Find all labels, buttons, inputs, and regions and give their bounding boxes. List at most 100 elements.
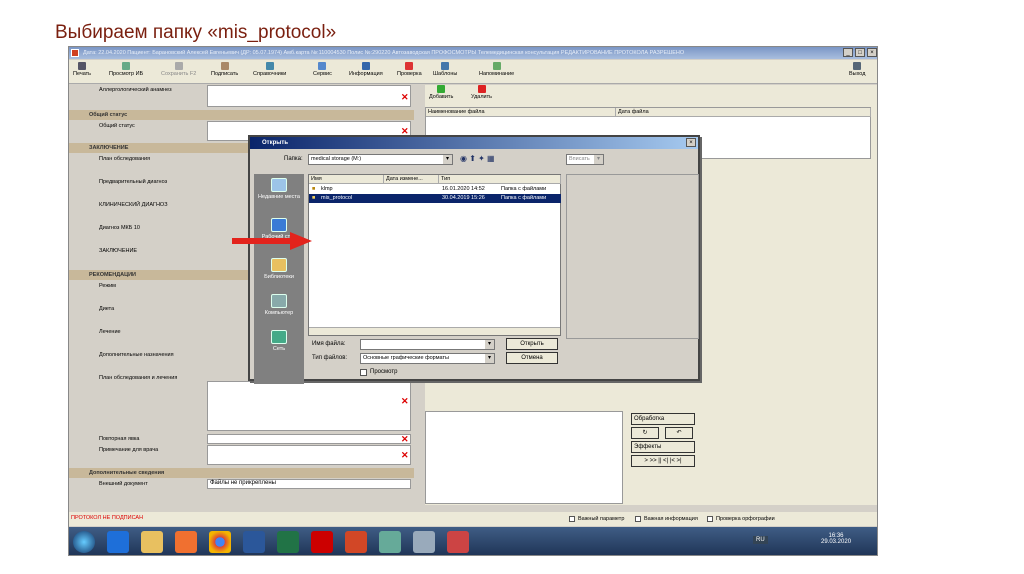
delete-button[interactable]: Удалить — [471, 85, 492, 105]
nav-icons[interactable]: ◉ ⬆ ✦ ▦ — [460, 154, 508, 164]
folder-select[interactable]: medical storage (M:) — [308, 154, 453, 165]
clear-icon[interactable]: ✕ — [401, 435, 409, 444]
status-bar: ПРОТОКОЛ НЕ ПОДПИСАН Важный параметр Важ… — [69, 512, 877, 526]
reminder-button[interactable]: Напоминание — [479, 62, 514, 82]
computer-icon — [271, 294, 287, 308]
regime-label: Режим — [69, 281, 207, 303]
minimize-button[interactable]: _ — [843, 48, 853, 57]
exam-treatment-plan-field[interactable] — [207, 381, 411, 431]
sign-icon — [220, 62, 229, 70]
filetype-select[interactable]: Основные графические форматы — [360, 353, 495, 364]
delete-label: Удалить — [471, 94, 492, 100]
important-info-checkbox[interactable] — [635, 516, 641, 522]
doctor-note-field[interactable] — [207, 445, 411, 465]
sign-label: Подписать — [211, 71, 239, 77]
file-type: Папка с файлами — [501, 195, 547, 201]
references-button[interactable]: Справочники — [253, 62, 286, 82]
image-area — [425, 411, 623, 504]
place-libraries[interactable]: Библиотеки — [254, 258, 304, 280]
media-player-icon[interactable] — [175, 531, 197, 553]
add-button[interactable]: Добавить — [429, 85, 453, 105]
dialog-close-button[interactable]: × — [686, 138, 696, 147]
print-label: Печать — [73, 71, 92, 77]
undo-button[interactable]: ↶ — [665, 427, 693, 439]
clock-date: 29.03.2020 — [821, 539, 852, 545]
place-recent[interactable]: Недавние места — [254, 178, 304, 200]
maximize-button[interactable]: □ — [855, 48, 865, 57]
sign-button[interactable]: Подписать — [211, 62, 238, 82]
place-computer[interactable]: Компьютер — [254, 294, 304, 316]
exam-treatment-plan-label: План обследования и лечения — [69, 373, 207, 429]
ie-icon[interactable] — [107, 531, 129, 553]
external-doc-label: Внешний документ — [69, 479, 207, 489]
add-label: Добавить — [429, 94, 454, 100]
col-name[interactable]: Имя — [309, 175, 384, 184]
treatment-label: Лечение — [69, 327, 207, 349]
filename-input[interactable] — [360, 339, 495, 350]
app-icon[interactable] — [447, 531, 469, 553]
app-icon[interactable] — [379, 531, 401, 553]
red-arrow-pointer — [232, 232, 312, 250]
print-button[interactable]: Печать — [73, 62, 91, 82]
effects-button[interactable]: Эффекты — [631, 441, 695, 453]
dialog-title: Открыть — [262, 140, 289, 146]
service-button[interactable]: Сервис — [313, 62, 332, 82]
allergy-label: Аллергологический анамнез — [69, 85, 207, 109]
powerpoint-icon[interactable] — [345, 531, 367, 553]
repeat-visit-select[interactable] — [207, 434, 411, 444]
clinical-diagnosis-label: КЛИНИЧЕСКИЙ ДИАГНОЗ — [69, 200, 207, 222]
file-row-selected[interactable]: ■ mis_protocol 30.04.2019 15:26 Папка с … — [309, 194, 561, 203]
excel-icon[interactable] — [277, 531, 299, 553]
col-type[interactable]: Тип — [439, 175, 561, 184]
preview-button[interactable]: Просмотр ИБ — [109, 62, 143, 82]
start-button[interactable] — [73, 531, 95, 553]
conclusion-label: ЗАКЛЮЧЕНИЕ — [69, 246, 207, 268]
word-icon[interactable] — [243, 531, 265, 553]
app-icon — [71, 49, 79, 57]
chrome-icon[interactable] — [209, 531, 231, 553]
processing-button[interactable]: Обработка — [631, 413, 695, 425]
external-doc-field[interactable]: Файлы не прикреплены — [207, 479, 411, 489]
section-general: Общий статус — [69, 110, 414, 120]
place-label: Библиотеки — [264, 274, 294, 280]
language-indicator[interactable]: RU — [753, 536, 768, 544]
file-date: 30.04.2019 15:26 — [442, 195, 485, 201]
info-button[interactable]: Информация — [349, 62, 383, 82]
playback-controls[interactable]: > >> || <| |< >| — [631, 455, 695, 467]
cancel-button[interactable]: Отмена — [506, 352, 558, 364]
app-icon[interactable] — [413, 531, 435, 553]
allergy-field[interactable] — [207, 85, 411, 107]
folder-label: Папка: — [284, 156, 303, 162]
exam-plan-label: План обследования — [69, 154, 207, 176]
place-network[interactable]: Сеть — [254, 330, 304, 352]
service-icon — [318, 62, 327, 70]
mkb-diagnosis-label: Диагноз МКБ 10 — [69, 223, 207, 245]
pdf-icon[interactable] — [311, 531, 333, 553]
rotate-button[interactable]: ↻ — [631, 427, 659, 439]
clear-icon[interactable]: ✕ — [401, 93, 409, 102]
check-button[interactable]: Проверка — [397, 62, 422, 82]
place-label: Сеть — [272, 346, 286, 352]
open-button[interactable]: Открыть — [506, 338, 558, 350]
clear-icon[interactable]: ✕ — [401, 397, 409, 406]
places-bar: Недавние места Рабочий стол Библиотеки К… — [254, 174, 304, 384]
col-date[interactable]: Дата измене... — [384, 175, 439, 184]
service-label: Сервис — [313, 71, 332, 77]
save-button[interactable]: Сохранить F2 — [161, 62, 196, 82]
important-param-label: Важный параметр — [578, 516, 625, 522]
important-param-checkbox[interactable] — [569, 516, 575, 522]
preview-checkbox[interactable] — [360, 369, 367, 376]
horizontal-scrollbar[interactable] — [309, 327, 560, 335]
close-button[interactable]: × — [867, 48, 877, 57]
exit-button[interactable]: Выход — [849, 62, 865, 82]
clear-icon[interactable]: ✕ — [401, 451, 409, 460]
explorer-icon[interactable] — [141, 531, 163, 553]
window-title: Дата: 22.04.2020 Пациент: Барановский Ал… — [83, 50, 685, 56]
view-select[interactable]: Вписать — [566, 154, 604, 165]
templates-button[interactable]: Шаблоны — [433, 62, 457, 82]
spellcheck-checkbox[interactable] — [707, 516, 713, 522]
protocol-status: ПРОТОКОЛ НЕ ПОДПИСАН — [71, 515, 144, 521]
book-icon — [265, 62, 274, 70]
file-row[interactable]: ■ klmp 16.01.2020 14:52 Папка с файлами — [309, 185, 561, 194]
clock[interactable]: 16:36 29.03.2020 — [821, 533, 851, 545]
